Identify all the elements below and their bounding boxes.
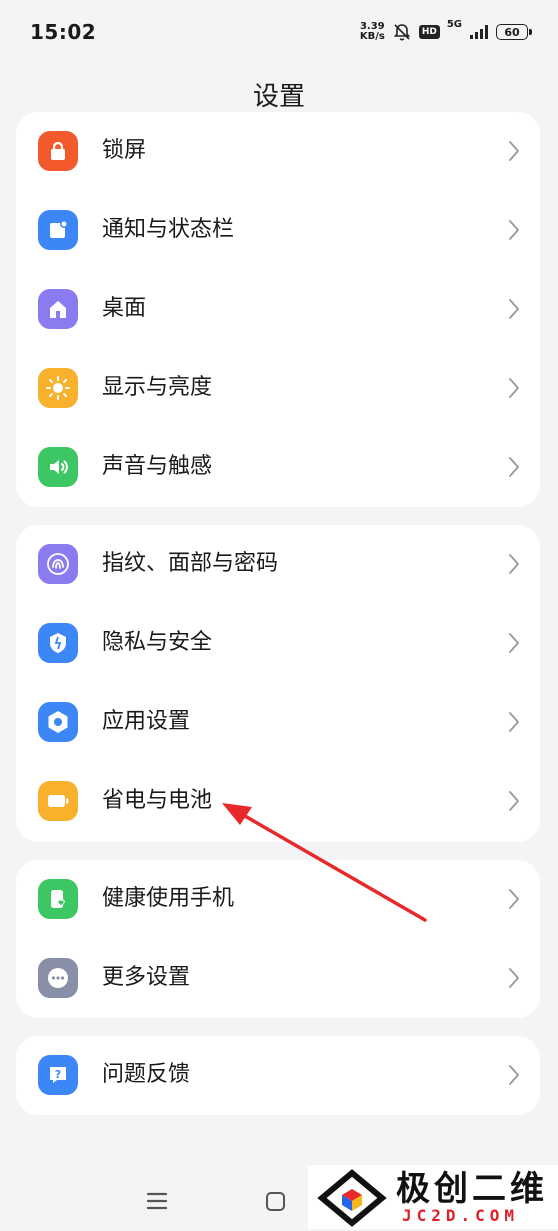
menu-icon[interactable] <box>146 1191 168 1215</box>
settings-item-sound[interactable]: 声音与触感 <box>16 428 540 507</box>
signal-icon <box>469 24 489 40</box>
settings-item-label: 通知与状态栏 <box>102 217 235 242</box>
bell-muted-icon <box>392 22 412 42</box>
watermark-name: 极创二维 <box>396 1169 548 1209</box>
page-title: 设置 <box>252 82 305 112</box>
health-phone-icon <box>38 879 78 919</box>
settings-item-label: 问题反馈 <box>102 1062 191 1087</box>
settings-item-fingerprint[interactable]: 指纹、面部与密码 <box>16 525 540 604</box>
settings-item-lock-screen[interactable]: 锁屏 <box>16 112 540 191</box>
chevron-right-icon <box>508 456 520 482</box>
network-type: 5G <box>446 19 462 30</box>
chevron-right-icon <box>508 711 520 737</box>
settings-item-desktop[interactable]: 桌面 <box>16 270 540 349</box>
network-speed-unit: KB/s <box>359 31 385 42</box>
settings-item-label: 更多设置 <box>102 965 191 990</box>
settings-item-label: 声音与触感 <box>102 454 213 479</box>
settings-item-label: 应用设置 <box>102 709 191 734</box>
chevron-right-icon <box>508 377 520 403</box>
settings-item-feedback[interactable]: ? 问题反馈 <box>16 1036 540 1115</box>
chevron-right-icon <box>508 553 520 579</box>
chevron-right-icon <box>508 632 520 658</box>
status-bar: 15:02 3.39 KB/s HD 5G 60 <box>0 0 558 66</box>
chevron-right-icon <box>508 790 520 816</box>
settings-item-health[interactable]: 健康使用手机 <box>16 860 540 939</box>
settings-item-more[interactable]: 更多设置 <box>16 939 540 1018</box>
home-button-icon[interactable] <box>266 1192 285 1211</box>
settings-item-label: 显示与亮度 <box>102 375 213 400</box>
watermark-logo-icon <box>316 1169 388 1231</box>
settings-item-label: 锁屏 <box>102 138 147 163</box>
chevron-right-icon <box>508 967 520 993</box>
settings-item-label: 省电与电池 <box>102 788 213 813</box>
more-icon <box>38 958 78 998</box>
settings-item-label: 桌面 <box>102 296 147 321</box>
fingerprint-icon <box>38 544 78 584</box>
settings-item-apps[interactable]: 应用设置 <box>16 683 540 762</box>
settings-group-3: 健康使用手机 更多设置 <box>16 860 540 1018</box>
shield-icon <box>38 623 78 663</box>
hd-badge: HD <box>418 25 440 39</box>
network-speed: 3.39 KB/s <box>360 22 385 42</box>
settings-item-label: 指纹、面部与密码 <box>102 551 279 576</box>
battery-indicator: 60 <box>496 24 532 40</box>
settings-item-notifications[interactable]: 通知与状态栏 <box>16 191 540 270</box>
chevron-right-icon <box>508 140 520 166</box>
status-time: 15:02 <box>30 20 97 44</box>
settings-group-4: ? 问题反馈 <box>16 1036 540 1115</box>
chevron-right-icon <box>508 1064 520 1090</box>
watermark: 极创二维 JC2D.COM <box>308 1165 558 1229</box>
speaker-icon <box>38 447 78 487</box>
chevron-right-icon <box>508 888 520 914</box>
notification-icon <box>38 210 78 250</box>
sun-icon <box>38 368 78 408</box>
status-icons: 3.39 KB/s HD 5G 60 <box>360 18 532 46</box>
settings-item-battery[interactable]: 省电与电池 <box>16 762 540 841</box>
battery-icon <box>38 781 78 821</box>
hexagon-icon <box>38 702 78 742</box>
settings-item-label: 隐私与安全 <box>102 630 213 655</box>
chevron-right-icon <box>508 219 520 245</box>
home-icon <box>38 289 78 329</box>
watermark-url: JC2D.COM <box>402 1206 520 1225</box>
settings-group-2: 指纹、面部与密码 隐私与安全 应用设置 省电与电池 <box>16 525 540 842</box>
settings-item-display[interactable]: 显示与亮度 <box>16 349 540 428</box>
lock-icon <box>38 131 78 171</box>
chevron-right-icon <box>508 298 520 324</box>
settings-item-label: 健康使用手机 <box>102 886 235 911</box>
svg-text:?: ? <box>55 1068 61 1081</box>
feedback-icon: ? <box>38 1055 78 1095</box>
settings-group-1: 锁屏 通知与状态栏 桌面 显示与亮度 声音与触感 <box>16 112 540 507</box>
settings-item-privacy[interactable]: 隐私与安全 <box>16 604 540 683</box>
